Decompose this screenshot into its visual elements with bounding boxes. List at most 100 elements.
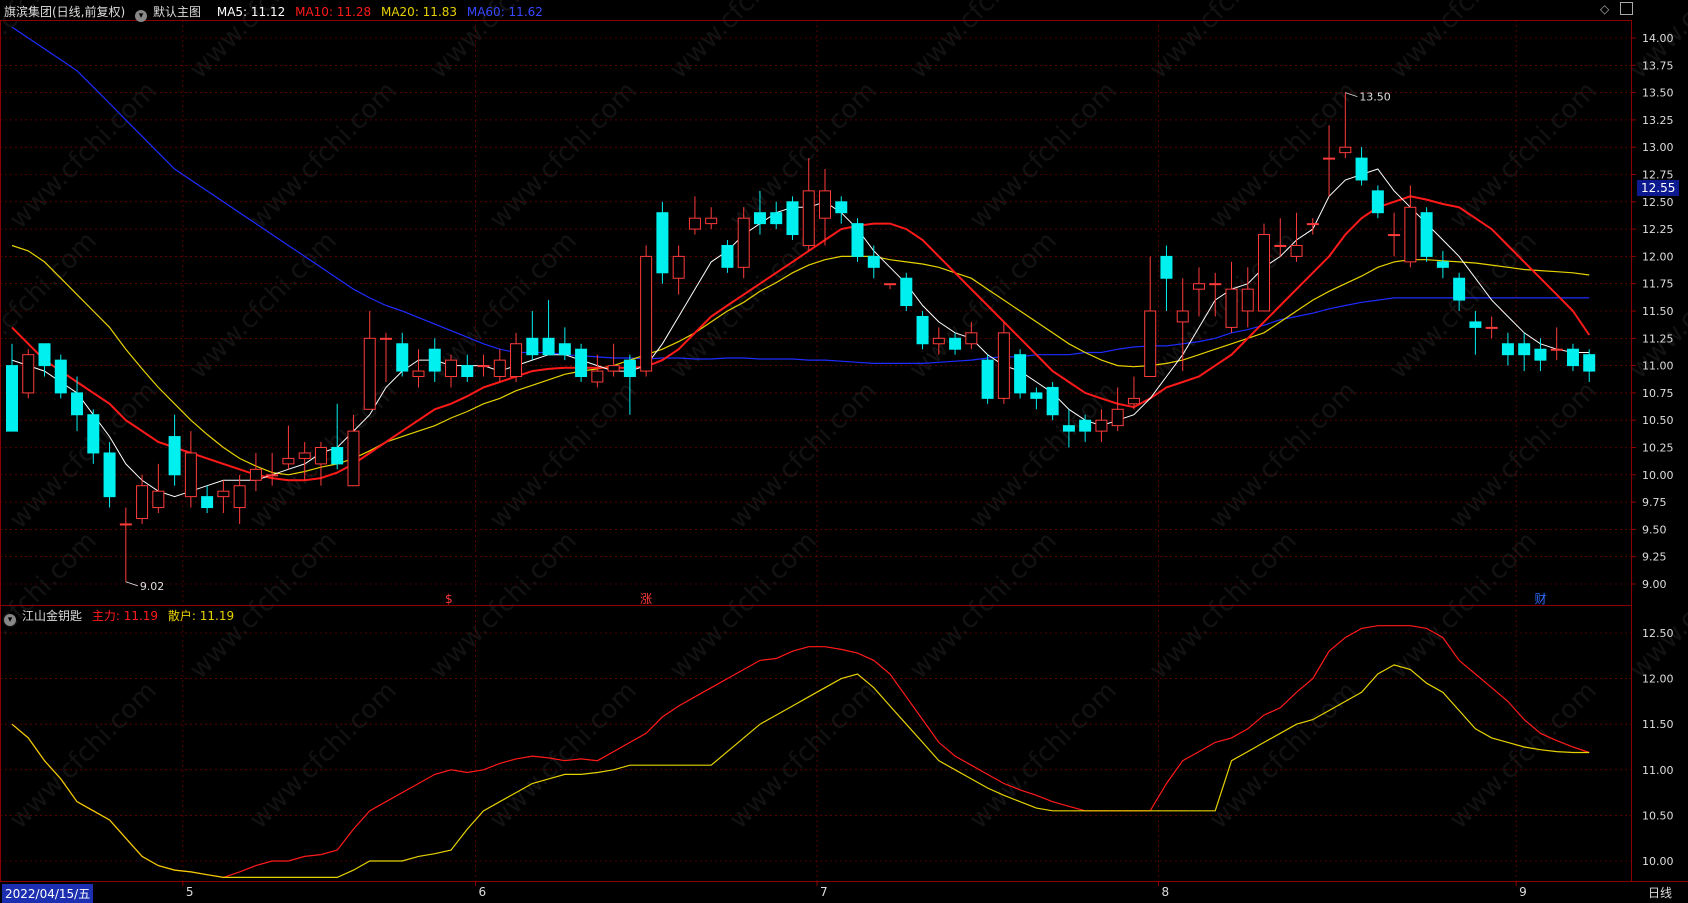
candle-body: [1095, 419, 1108, 432]
candle-body: [493, 359, 506, 378]
candle-body: [1176, 310, 1189, 323]
candle-body: [526, 337, 539, 356]
candle-body: [461, 365, 474, 378]
kline-chart[interactable]: www.cfchi.com www.cfchi.com www.cfchi.com w…: [0, 0, 1688, 901]
candle-body: [412, 370, 425, 378]
watermark-text: www.cfchi.com: [1204, 76, 1363, 235]
annotation-label: 13.50: [1359, 91, 1391, 104]
candle: [1534, 338, 1547, 372]
candle-body: [851, 223, 864, 257]
main-chart-selector[interactable]: ▾ 默认主图: [135, 5, 207, 22]
y-tick-label: 12.50: [1642, 627, 1674, 640]
candle: [54, 354, 67, 399]
candle: [1420, 207, 1433, 262]
watermark-text: www.cfchi.com: [1684, 376, 1688, 535]
candle-body: [1111, 408, 1124, 427]
candle-body: [510, 343, 523, 378]
candle-body: [266, 474, 279, 477]
candle: [1583, 349, 1596, 382]
candle-body: [1192, 283, 1205, 290]
candle: [1355, 147, 1368, 186]
candle-body: [1160, 255, 1173, 279]
y-tick-label: 10.25: [1642, 442, 1674, 455]
candle: [282, 425, 295, 470]
candle-body: [1355, 157, 1368, 181]
y-tick-label: 13.00: [1642, 141, 1674, 154]
candle: [867, 245, 880, 279]
stock-title[interactable]: 旗滨集团(日线,前复权): [4, 5, 125, 19]
candle: [575, 343, 588, 382]
candle: [916, 311, 929, 350]
annotation-label: 9.02: [140, 580, 165, 593]
maximize-icon[interactable]: [1620, 2, 1633, 15]
candle-body: [1371, 190, 1384, 214]
candle-body: [705, 217, 718, 225]
candle-body: [1290, 244, 1303, 257]
candle: [900, 272, 913, 311]
candle-body: [835, 201, 848, 214]
x-tick-label: 6: [479, 885, 487, 899]
y-tick-label: 9.25: [1642, 551, 1667, 564]
y-tick-label: 11.00: [1642, 764, 1674, 777]
candle-body: [932, 337, 945, 345]
date-label: 2022/04/15/五: [2, 884, 94, 903]
candle: [1258, 223, 1271, 312]
candle-body: [575, 348, 588, 378]
candle: [1323, 125, 1336, 197]
candle-body: [233, 485, 246, 509]
candle: [835, 196, 848, 224]
candle-body: [1566, 348, 1579, 367]
candle-body: [1485, 326, 1498, 329]
candle-body: [867, 255, 880, 268]
candle-body: [1014, 354, 1027, 394]
y-tick-label: 10.75: [1642, 387, 1674, 400]
candle-body: [1127, 397, 1140, 405]
y-tick-label: 13.75: [1642, 59, 1674, 72]
candle-body: [396, 343, 409, 372]
event-marker: 涨: [640, 591, 652, 606]
candle-body: [1469, 321, 1482, 328]
watermark-text: www.cfchi.com: [184, 226, 343, 385]
watermark-text: www.cfchi.com: [1444, 376, 1603, 535]
candle-body: [314, 447, 327, 465]
candle-body: [900, 277, 913, 307]
time-axis: 5 6 7 8 9 $ 涨 财: [182, 591, 1546, 899]
candle-body: [282, 457, 295, 465]
circle-chevron-icon[interactable]: ▾: [4, 614, 16, 626]
candle: [1144, 256, 1157, 378]
watermark-text: www.cfchi.com: [1684, 676, 1688, 835]
indicator-header: ▾ 江山金钥匙 主力: 11.19 散户: 11.19: [4, 607, 240, 626]
candle: [819, 169, 831, 246]
candle-body: [87, 414, 100, 454]
candle-body: [331, 447, 344, 465]
diamond-icon[interactable]: ◇: [1600, 2, 1609, 16]
watermark-text: www.cfchi.com: [1444, 76, 1603, 235]
candle: [1566, 343, 1579, 372]
candle-body: [623, 359, 636, 378]
circle-chevron-icon: ▾: [135, 10, 148, 22]
candle: [542, 300, 555, 356]
candle-body: [379, 337, 392, 340]
candle: [22, 349, 35, 399]
main-chart-label: 默认主图: [153, 5, 202, 19]
candle-body: [1534, 348, 1547, 361]
candle-body: [786, 201, 799, 236]
candle-body: [1583, 354, 1596, 372]
candle: [737, 207, 750, 279]
watermark-text: www.cfchi.com: [244, 676, 403, 835]
candle-body: [737, 217, 750, 268]
candle-body: [184, 452, 197, 498]
indicator-title[interactable]: 江山金钥匙: [22, 609, 82, 623]
candle-body: [688, 217, 701, 230]
candle-body: [298, 452, 311, 459]
watermark-text: www.cfchi.com: [4, 76, 163, 235]
candle: [217, 480, 230, 514]
candle-body: [347, 430, 360, 487]
candle: [1501, 332, 1514, 366]
period-label[interactable]: 日线: [1648, 884, 1672, 901]
y-tick-label: 13.50: [1642, 87, 1674, 100]
candle: [1030, 387, 1043, 410]
candle-body: [1404, 206, 1417, 263]
candle-body: [1501, 343, 1514, 356]
candle-body: [916, 315, 929, 345]
